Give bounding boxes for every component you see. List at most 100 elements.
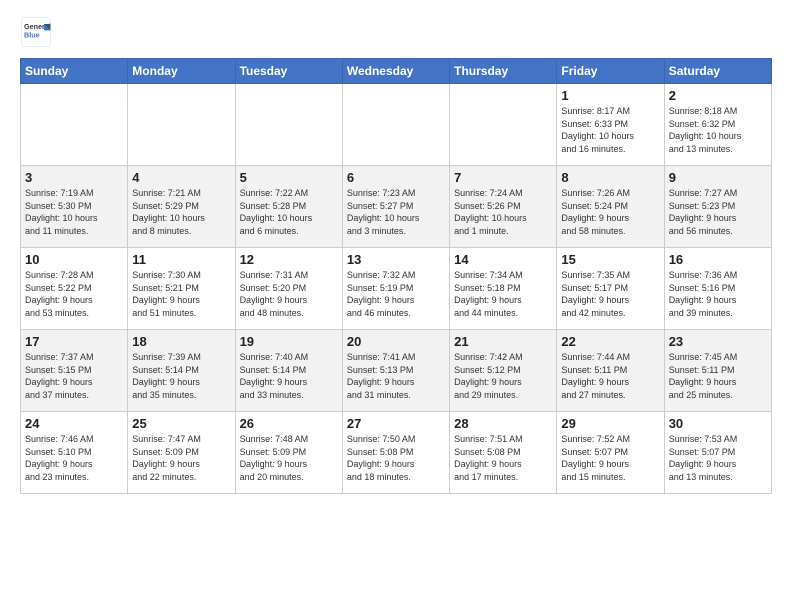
calendar-cell (450, 84, 557, 166)
page: General Blue SundayMondayTuesdayWednesda… (0, 0, 792, 510)
calendar-cell (342, 84, 449, 166)
calendar-cell: 1 Sunrise: 8:17 AM Sunset: 6:33 PM Daylig… (557, 84, 664, 166)
calendar-cell: 17 Sunrise: 7:37 AM Sunset: 5:15 PM Dayli… (21, 330, 128, 412)
calendar-cell: 8Sunrise: 7:26 AM Sunset: 5:24 PM Daylig… (557, 166, 664, 248)
calendar-cell: 2 Sunrise: 8:18 AM Sunset: 6:32 PM Daylig… (664, 84, 771, 166)
day-info: Sunrise: 7:19 AM Sunset: 5:30 PM Dayligh… (25, 187, 123, 237)
day-info: Sunrise: 7:39 AM Sunset: 5:14 PM Dayligh… (132, 351, 230, 401)
col-header-saturday: Saturday (664, 59, 771, 84)
calendar-cell: 16 Sunrise: 7:36 AM Sunset: 5:16 PM Dayli… (664, 248, 771, 330)
calendar-cell: 30Sunrise: 7:53 AM Sunset: 5:07 PM Dayli… (664, 412, 771, 494)
day-info: Sunrise: 7:24 AM Sunset: 5:26 PM Dayligh… (454, 187, 552, 237)
calendar-table: SundayMondayTuesdayWednesdayThursdayFrid… (20, 58, 772, 494)
day-info: Sunrise: 7:41 AM Sunset: 5:13 PM Dayligh… (347, 351, 445, 401)
calendar-cell: 14 Sunrise: 7:34 AM Sunset: 5:18 PM Dayli… (450, 248, 557, 330)
day-number: 7 (454, 170, 552, 185)
day-number: 27 (347, 416, 445, 431)
logo: General Blue (20, 16, 56, 48)
calendar-cell: 28 Sunrise: 7:51 AM Sunset: 5:08 PM Dayli… (450, 412, 557, 494)
day-number: 16 (669, 252, 767, 267)
col-header-tuesday: Tuesday (235, 59, 342, 84)
day-info: Sunrise: 7:26 AM Sunset: 5:24 PM Dayligh… (561, 187, 659, 237)
day-number: 22 (561, 334, 659, 349)
calendar-cell: 13 Sunrise: 7:32 AM Sunset: 5:19 PM Dayli… (342, 248, 449, 330)
day-number: 4 (132, 170, 230, 185)
week-row-4: 24Sunrise: 7:46 AM Sunset: 5:10 PM Dayli… (21, 412, 772, 494)
day-info: Sunrise: 7:21 AM Sunset: 5:29 PM Dayligh… (132, 187, 230, 237)
col-header-sunday: Sunday (21, 59, 128, 84)
day-info: Sunrise: 7:52 AM Sunset: 5:07 PM Dayligh… (561, 433, 659, 483)
day-number: 23 (669, 334, 767, 349)
day-info: Sunrise: 7:30 AM Sunset: 5:21 PM Dayligh… (132, 269, 230, 319)
day-info: Sunrise: 7:47 AM Sunset: 5:09 PM Dayligh… (132, 433, 230, 483)
day-info: Sunrise: 7:32 AM Sunset: 5:19 PM Dayligh… (347, 269, 445, 319)
day-number: 25 (132, 416, 230, 431)
day-info: Sunrise: 7:48 AM Sunset: 5:09 PM Dayligh… (240, 433, 338, 483)
day-number: 10 (25, 252, 123, 267)
day-info: Sunrise: 7:23 AM Sunset: 5:27 PM Dayligh… (347, 187, 445, 237)
week-row-0: 1 Sunrise: 8:17 AM Sunset: 6:33 PM Daylig… (21, 84, 772, 166)
calendar-cell: 27 Sunrise: 7:50 AM Sunset: 5:08 PM Dayli… (342, 412, 449, 494)
day-number: 1 (561, 88, 659, 103)
day-info: Sunrise: 8:18 AM Sunset: 6:32 PM Dayligh… (669, 105, 767, 155)
calendar-cell: 26 Sunrise: 7:48 AM Sunset: 5:09 PM Dayli… (235, 412, 342, 494)
svg-text:Blue: Blue (24, 31, 40, 40)
calendar-cell (128, 84, 235, 166)
calendar-cell: 22 Sunrise: 7:44 AM Sunset: 5:11 PM Dayli… (557, 330, 664, 412)
calendar-cell: 25 Sunrise: 7:47 AM Sunset: 5:09 PM Dayli… (128, 412, 235, 494)
day-number: 6 (347, 170, 445, 185)
calendar-cell: 24Sunrise: 7:46 AM Sunset: 5:10 PM Dayli… (21, 412, 128, 494)
calendar-cell (21, 84, 128, 166)
day-number: 2 (669, 88, 767, 103)
day-number: 3 (25, 170, 123, 185)
day-info: Sunrise: 7:44 AM Sunset: 5:11 PM Dayligh… (561, 351, 659, 401)
day-number: 20 (347, 334, 445, 349)
day-info: Sunrise: 7:37 AM Sunset: 5:15 PM Dayligh… (25, 351, 123, 401)
day-number: 28 (454, 416, 552, 431)
day-number: 17 (25, 334, 123, 349)
calendar-cell: 9 Sunrise: 7:27 AM Sunset: 5:23 PM Daylig… (664, 166, 771, 248)
calendar-cell: 23 Sunrise: 7:45 AM Sunset: 5:11 PM Dayli… (664, 330, 771, 412)
calendar-cell: 19Sunrise: 7:40 AM Sunset: 5:14 PM Dayli… (235, 330, 342, 412)
day-number: 13 (347, 252, 445, 267)
day-number: 9 (669, 170, 767, 185)
day-info: Sunrise: 7:45 AM Sunset: 5:11 PM Dayligh… (669, 351, 767, 401)
day-info: Sunrise: 7:34 AM Sunset: 5:18 PM Dayligh… (454, 269, 552, 319)
calendar-cell: 21 Sunrise: 7:42 AM Sunset: 5:12 PM Dayli… (450, 330, 557, 412)
day-number: 21 (454, 334, 552, 349)
day-number: 15 (561, 252, 659, 267)
day-number: 26 (240, 416, 338, 431)
day-info: Sunrise: 7:27 AM Sunset: 5:23 PM Dayligh… (669, 187, 767, 237)
week-row-2: 10 Sunrise: 7:28 AM Sunset: 5:22 PM Dayli… (21, 248, 772, 330)
day-number: 18 (132, 334, 230, 349)
calendar-cell: 20 Sunrise: 7:41 AM Sunset: 5:13 PM Dayli… (342, 330, 449, 412)
day-number: 14 (454, 252, 552, 267)
calendar-cell: 5Sunrise: 7:22 AM Sunset: 5:28 PM Daylig… (235, 166, 342, 248)
day-info: Sunrise: 7:28 AM Sunset: 5:22 PM Dayligh… (25, 269, 123, 319)
day-number: 29 (561, 416, 659, 431)
day-number: 12 (240, 252, 338, 267)
day-info: Sunrise: 7:50 AM Sunset: 5:08 PM Dayligh… (347, 433, 445, 483)
day-number: 19 (240, 334, 338, 349)
calendar-cell: 3 Sunrise: 7:19 AM Sunset: 5:30 PM Daylig… (21, 166, 128, 248)
day-info: Sunrise: 7:31 AM Sunset: 5:20 PM Dayligh… (240, 269, 338, 319)
day-info: Sunrise: 7:53 AM Sunset: 5:07 PM Dayligh… (669, 433, 767, 483)
header-row: SundayMondayTuesdayWednesdayThursdayFrid… (21, 59, 772, 84)
day-number: 24 (25, 416, 123, 431)
calendar-cell: 11 Sunrise: 7:30 AM Sunset: 5:21 PM Dayli… (128, 248, 235, 330)
day-info: Sunrise: 7:22 AM Sunset: 5:28 PM Dayligh… (240, 187, 338, 237)
day-info: Sunrise: 7:42 AM Sunset: 5:12 PM Dayligh… (454, 351, 552, 401)
col-header-friday: Friday (557, 59, 664, 84)
day-info: Sunrise: 7:51 AM Sunset: 5:08 PM Dayligh… (454, 433, 552, 483)
day-info: Sunrise: 7:36 AM Sunset: 5:16 PM Dayligh… (669, 269, 767, 319)
day-info: Sunrise: 7:35 AM Sunset: 5:17 PM Dayligh… (561, 269, 659, 319)
week-row-3: 17 Sunrise: 7:37 AM Sunset: 5:15 PM Dayli… (21, 330, 772, 412)
calendar-cell: 10 Sunrise: 7:28 AM Sunset: 5:22 PM Dayli… (21, 248, 128, 330)
day-number: 11 (132, 252, 230, 267)
calendar-cell: 6 Sunrise: 7:23 AM Sunset: 5:27 PM Daylig… (342, 166, 449, 248)
col-header-wednesday: Wednesday (342, 59, 449, 84)
header: General Blue (20, 16, 772, 48)
week-row-1: 3 Sunrise: 7:19 AM Sunset: 5:30 PM Daylig… (21, 166, 772, 248)
day-info: Sunrise: 8:17 AM Sunset: 6:33 PM Dayligh… (561, 105, 659, 155)
calendar-cell: 12 Sunrise: 7:31 AM Sunset: 5:20 PM Dayli… (235, 248, 342, 330)
